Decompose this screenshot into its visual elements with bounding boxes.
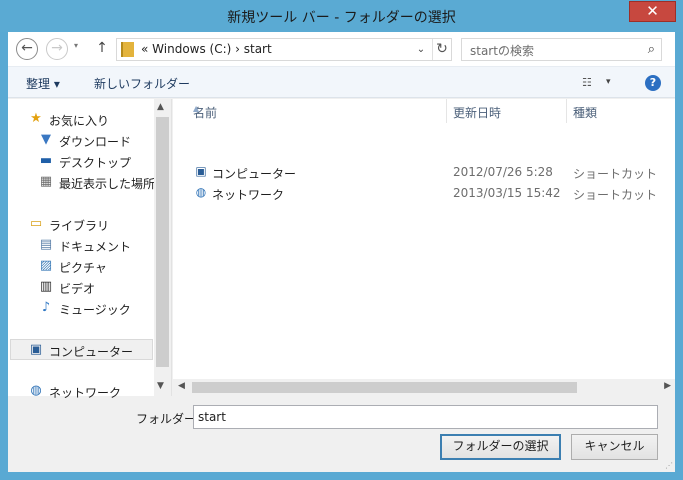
file-type: ショートカット <box>573 167 658 181</box>
folder-name-field[interactable] <box>193 405 658 429</box>
sidebar-item-label: ミュージック <box>59 303 131 317</box>
address-bar[interactable]: « Windows (C:) › start ⌄ ↻ <box>116 38 452 61</box>
address-row: ← → ▾ ↑ « Windows (C:) › start ⌄ ↻ start… <box>8 32 675 66</box>
computer-shortcut-icon: ▣ <box>195 164 207 178</box>
scroll-down-icon[interactable]: ▼ <box>157 381 164 391</box>
file-type: ショートカット <box>573 188 658 202</box>
sidebar-item-label: コンピューター <box>49 345 134 359</box>
organize-button[interactable]: 整理 ▾ <box>26 75 60 92</box>
sidebar-item-label: ビデオ <box>59 282 96 296</box>
file-modified: 2013/03/15 15:42 <box>453 186 561 200</box>
file-name: ネットワーク <box>212 188 285 202</box>
file-modified: 2012/07/26 5:28 <box>453 165 553 179</box>
document-icon: ▤ <box>39 237 53 252</box>
up-arrow-icon: ↑ <box>96 40 108 56</box>
up-button[interactable]: ↑ <box>94 40 110 58</box>
sort-ascending-icon: ▲ <box>193 104 200 113</box>
sidebar-item-network[interactable]: ◍ ネットワーク <box>28 381 148 401</box>
scroll-up-icon[interactable]: ▲ <box>157 102 164 112</box>
sidebar-item-label: デスクトップ <box>59 156 132 170</box>
sidebar-item-label: ライブラリ <box>49 219 110 233</box>
navigation-pane: ★ お気に入り ▼ ダウンロード ▬ デスクトップ ▦ 最近表示した場所 ▭ ラ… <box>8 99 172 400</box>
sidebar-item-computer[interactable]: ▣ コンピューター <box>10 339 153 360</box>
sidebar-item-favorites[interactable]: ★ お気に入り <box>28 109 148 129</box>
sidebar-item-label: お気に入り <box>49 114 110 128</box>
video-icon: ▥ <box>39 279 53 294</box>
network-icon: ◍ <box>30 383 42 398</box>
cancel-button[interactable]: キャンセル <box>571 434 658 460</box>
sidebar-item-videos[interactable]: ▥ ビデオ <box>38 277 148 297</box>
scroll-left-icon[interactable]: ◀ <box>178 381 185 391</box>
forward-arrow-icon: → <box>51 40 63 56</box>
sidebar-scrollbar[interactable]: ▲ ▼ <box>154 99 171 396</box>
title-bar: 新規ツール バー - フォルダーの選択 ✕ <box>0 0 683 32</box>
sidebar-item-libraries[interactable]: ▭ ライブラリ <box>28 214 148 234</box>
chevron-down-icon: ⌄ <box>416 44 426 55</box>
column-header-label: 更新日時 <box>453 106 502 120</box>
back-button[interactable]: ← <box>16 38 38 60</box>
file-list: 名前 ▲ 更新日時 種類 ▣ コンピューター 2012/07/26 5:28 シ… <box>173 99 675 396</box>
refresh-icon: ↻ <box>436 41 448 57</box>
column-header-modified[interactable]: 更新日時 <box>447 99 567 123</box>
scroll-right-icon[interactable]: ▶ <box>664 381 671 391</box>
list-item[interactable]: ▣ コンピューター 2012/07/26 5:28 ショートカット <box>173 162 675 182</box>
close-button[interactable]: ✕ <box>629 1 676 22</box>
picture-icon: ▨ <box>39 258 53 273</box>
new-folder-button[interactable]: 新しいフォルダー <box>94 75 190 92</box>
select-folder-button[interactable]: フォルダーの選択 <box>440 434 561 460</box>
view-options-icon[interactable]: ☷ <box>582 76 598 89</box>
star-icon: ★ <box>30 111 42 126</box>
address-path[interactable]: « Windows (C:) › start <box>141 42 272 56</box>
network-shortcut-icon: ◍ <box>195 185 207 199</box>
file-name: コンピューター <box>212 167 297 181</box>
scrollbar-thumb[interactable] <box>192 382 577 393</box>
sidebar-item-label: 最近表示した場所 <box>59 177 156 191</box>
chevron-down-icon: ▾ <box>74 41 79 50</box>
library-icon: ▭ <box>29 216 43 231</box>
sidebar-item-label: ネットワーク <box>49 386 122 400</box>
column-header-name[interactable]: 名前 ▲ <box>187 99 447 123</box>
command-toolbar: 整理 ▾ 新しいフォルダー ☷ ▾ ? <box>8 66 675 98</box>
resize-grip-icon[interactable]: ⋰ <box>665 461 673 470</box>
folder-field-label: フォルダー: <box>136 412 201 426</box>
music-icon: ♪ <box>41 300 51 315</box>
recent-places-icon: ▦ <box>39 174 53 189</box>
sidebar-item-documents[interactable]: ▤ ドキュメント <box>38 235 148 255</box>
search-icon[interactable]: ⌕ <box>648 42 655 57</box>
sidebar-item-desktop[interactable]: ▬ デスクトップ <box>38 151 148 171</box>
search-input[interactable]: startの検索 ⌕ <box>461 38 662 61</box>
download-icon: ▼ <box>41 132 51 147</box>
scrollbar-thumb[interactable] <box>156 117 169 367</box>
sidebar-item-downloads[interactable]: ▼ ダウンロード <box>38 130 148 150</box>
list-item[interactable]: ◍ ネットワーク 2013/03/15 15:42 ショートカット <box>173 183 675 203</box>
window-title: 新規ツール バー - フォルダーの選択 <box>227 10 456 26</box>
computer-icon: ▣ <box>29 342 43 357</box>
back-arrow-icon: ← <box>21 40 33 56</box>
refresh-button[interactable]: ↻ <box>432 39 451 60</box>
sidebar-item-recent-places[interactable]: ▦ 最近表示した場所 <box>38 172 156 192</box>
search-placeholder: startの検索 <box>470 44 534 58</box>
sidebar-item-label: ダウンロード <box>59 135 132 149</box>
sidebar-item-label: ピクチャ <box>59 261 107 275</box>
sidebar-item-pictures[interactable]: ▨ ピクチャ <box>38 256 148 276</box>
dialog-client: ← → ▾ ↑ « Windows (C:) › start ⌄ ↻ start… <box>8 32 675 472</box>
close-icon: ✕ <box>646 2 659 20</box>
folder-icon <box>121 42 134 57</box>
chevron-down-icon[interactable]: ▾ <box>606 77 611 87</box>
column-header-label: 種類 <box>573 106 598 120</box>
address-dropdown-button[interactable]: ⌄ <box>413 41 429 58</box>
help-icon[interactable]: ? <box>645 75 661 91</box>
horizontal-scrollbar[interactable]: ◀ ▶ <box>173 379 675 396</box>
desktop-icon: ▬ <box>39 153 53 168</box>
sidebar-item-music[interactable]: ♪ ミュージック <box>38 298 148 318</box>
sidebar-item-label: ドキュメント <box>59 240 132 254</box>
recent-locations-button[interactable]: ▾ <box>74 41 78 50</box>
forward-button[interactable]: → <box>46 38 68 60</box>
column-header-type[interactable]: 種類 <box>567 99 675 123</box>
